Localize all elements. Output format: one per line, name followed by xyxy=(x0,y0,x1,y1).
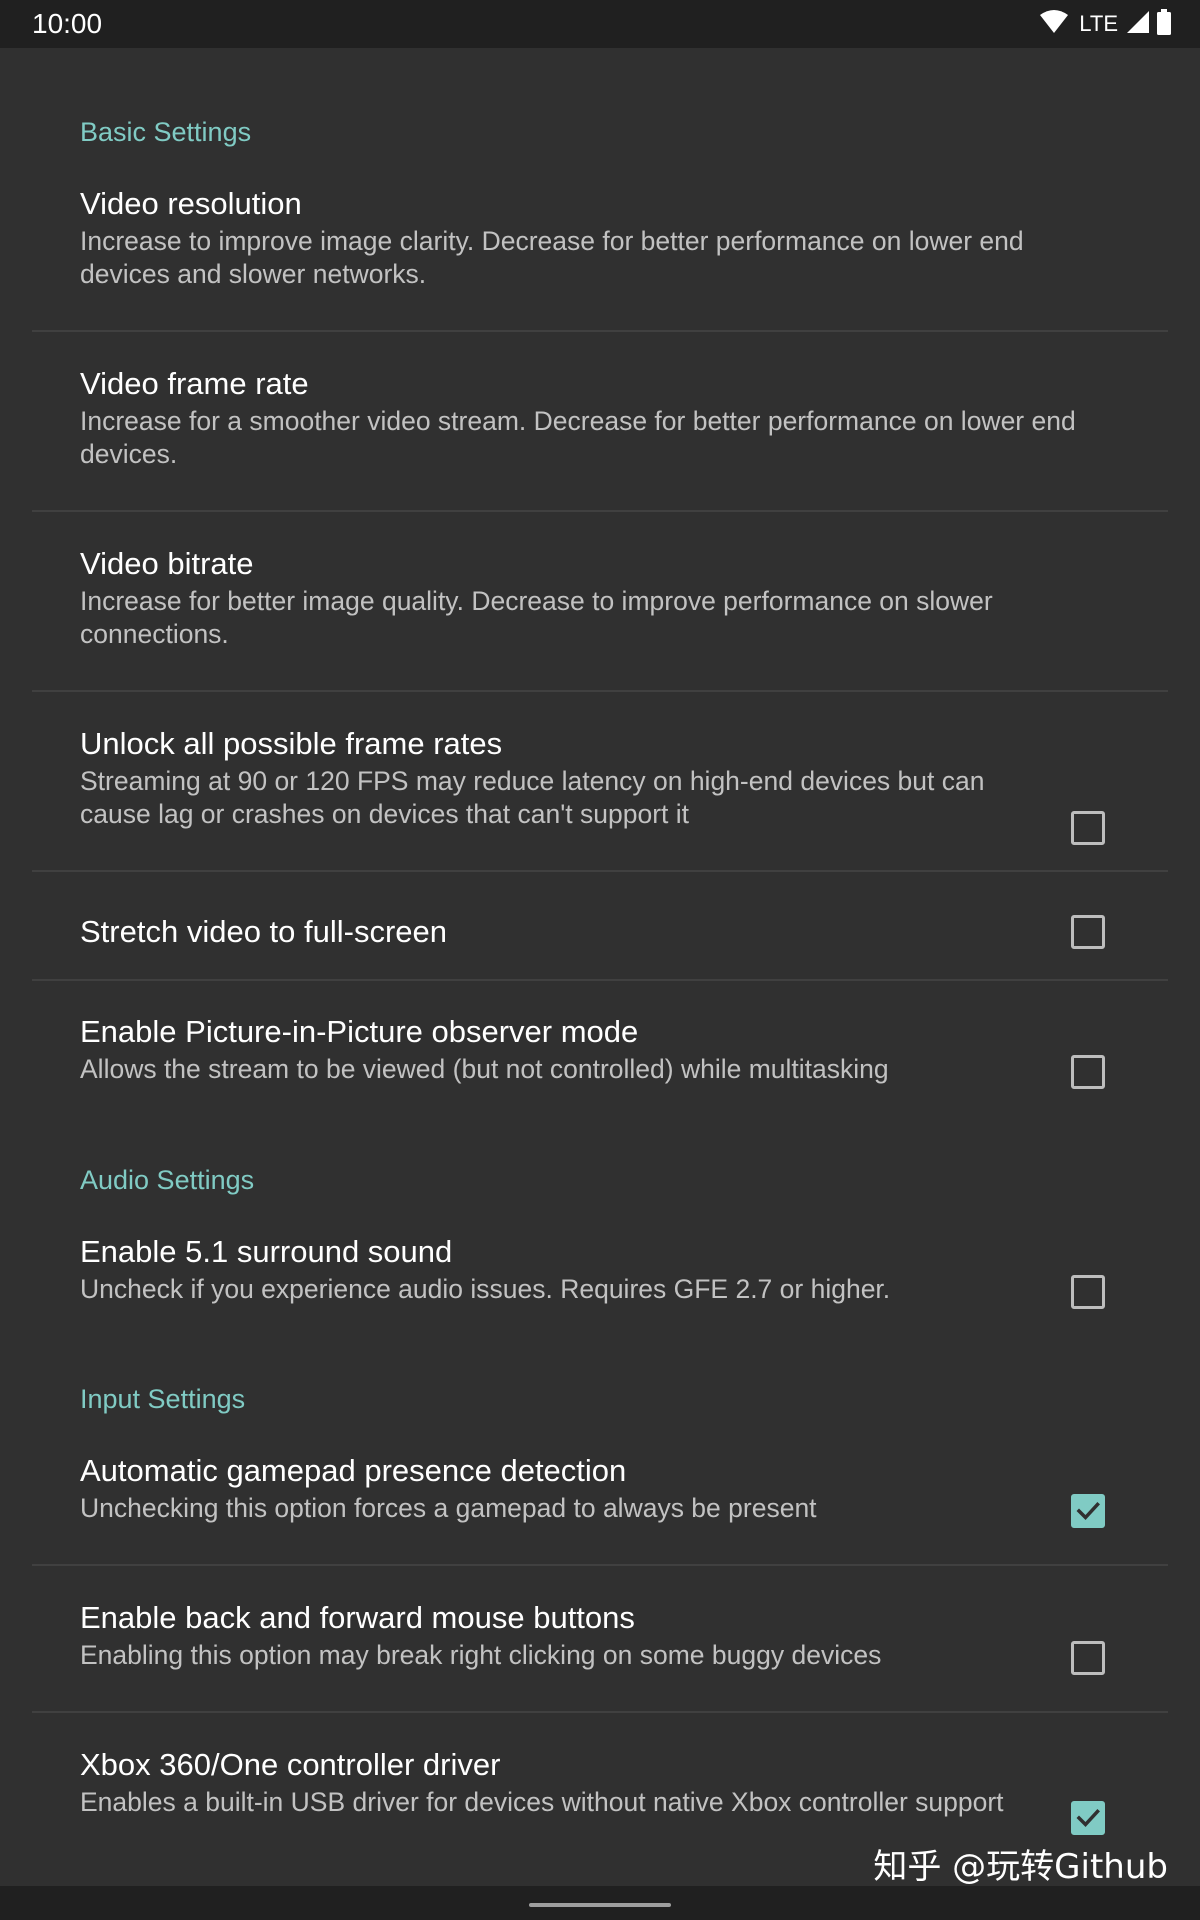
divider xyxy=(32,1564,1168,1566)
pref-surround-sound[interactable]: Enable 5.1 surround sound Uncheck if you… xyxy=(32,1228,1168,1338)
divider xyxy=(32,330,1168,332)
pref-summary: Unchecking this option forces a gamepad … xyxy=(80,1493,817,1523)
pref-stretch-video[interactable]: Stretch video to full-screen xyxy=(32,878,1168,978)
battery-icon xyxy=(1156,8,1172,40)
wifi-icon xyxy=(1039,9,1069,39)
unlock-frame-rates-checkbox[interactable] xyxy=(1071,811,1105,845)
divider xyxy=(32,510,1168,512)
section-header-audio-settings: Audio Settings xyxy=(80,1165,255,1195)
xbox-driver-checkbox[interactable] xyxy=(1071,1801,1105,1835)
divider xyxy=(32,979,1168,981)
pref-summary: Increase for better image quality. Decre… xyxy=(80,586,993,649)
gamepad-detection-checkbox[interactable] xyxy=(1071,1494,1105,1528)
pref-summary: Uncheck if you experience audio issues. … xyxy=(80,1274,891,1304)
check-icon xyxy=(1076,1502,1100,1521)
divider xyxy=(32,690,1168,692)
surround-sound-checkbox[interactable] xyxy=(1071,1275,1105,1309)
status-bar: 10:00 LTE xyxy=(0,0,1200,48)
pref-video-resolution[interactable]: Video resolution Increase to improve ima… xyxy=(32,180,1168,320)
mouse-buttons-checkbox[interactable] xyxy=(1071,1641,1105,1675)
pref-title: Enable Picture-in-Picture observer mode xyxy=(80,1014,639,1049)
divider xyxy=(32,870,1168,872)
pref-summary: Streaming at 90 or 120 FPS may reduce la… xyxy=(80,766,985,829)
picture-in-picture-checkbox[interactable] xyxy=(1071,1055,1105,1089)
stretch-video-checkbox[interactable] xyxy=(1071,915,1105,949)
pref-title: Video bitrate xyxy=(80,546,254,581)
pref-summary: Enables a built-in USB driver for device… xyxy=(80,1787,1004,1817)
gesture-handle[interactable] xyxy=(529,1903,671,1907)
pref-title: Xbox 360/One controller driver xyxy=(80,1747,501,1782)
pref-video-frame-rate[interactable]: Video frame rate Increase for a smoother… xyxy=(32,360,1168,500)
pref-video-bitrate[interactable]: Video bitrate Increase for better image … xyxy=(32,540,1168,680)
pref-summary: Increase for a smoother video stream. De… xyxy=(80,406,1076,469)
pref-summary: Increase to improve image clarity. Decre… xyxy=(80,226,1024,289)
pref-summary: Enabling this option may break right cli… xyxy=(80,1640,882,1670)
section-header-basic-settings: Basic Settings xyxy=(80,117,252,147)
watermark: 知乎 @玩转Github xyxy=(873,1847,1168,1887)
pref-gamepad-detection[interactable]: Automatic gamepad presence detection Unc… xyxy=(32,1447,1168,1557)
pref-title: Enable back and forward mouse buttons xyxy=(80,1600,635,1635)
cell-signal-icon xyxy=(1126,10,1150,39)
divider xyxy=(32,1711,1168,1713)
pref-unlock-frame-rates[interactable]: Unlock all possible frame rates Streamin… xyxy=(32,720,1168,860)
pref-summary: Allows the stream to be viewed (but not … xyxy=(80,1054,889,1084)
network-type-label: LTE xyxy=(1079,11,1118,36)
pref-mouse-buttons[interactable]: Enable back and forward mouse buttons En… xyxy=(32,1594,1168,1704)
status-time: 10:00 xyxy=(32,8,103,39)
check-icon xyxy=(1076,1809,1100,1828)
pref-title: Automatic gamepad presence detection xyxy=(80,1453,627,1488)
pref-picture-in-picture[interactable]: Enable Picture-in-Picture observer mode … xyxy=(32,1008,1168,1118)
section-header-input-settings: Input Settings xyxy=(80,1384,246,1414)
status-icons: LTE xyxy=(1039,8,1172,40)
pref-title: Enable 5.1 surround sound xyxy=(80,1234,453,1269)
navigation-bar xyxy=(0,1886,1200,1920)
pref-title: Stretch video to full-screen xyxy=(80,914,448,949)
pref-title: Video frame rate xyxy=(80,366,309,401)
pref-title: Unlock all possible frame rates xyxy=(80,726,503,761)
pref-title: Video resolution xyxy=(80,186,302,221)
settings-list: Basic Settings Video resolution Increase… xyxy=(0,48,1200,1886)
